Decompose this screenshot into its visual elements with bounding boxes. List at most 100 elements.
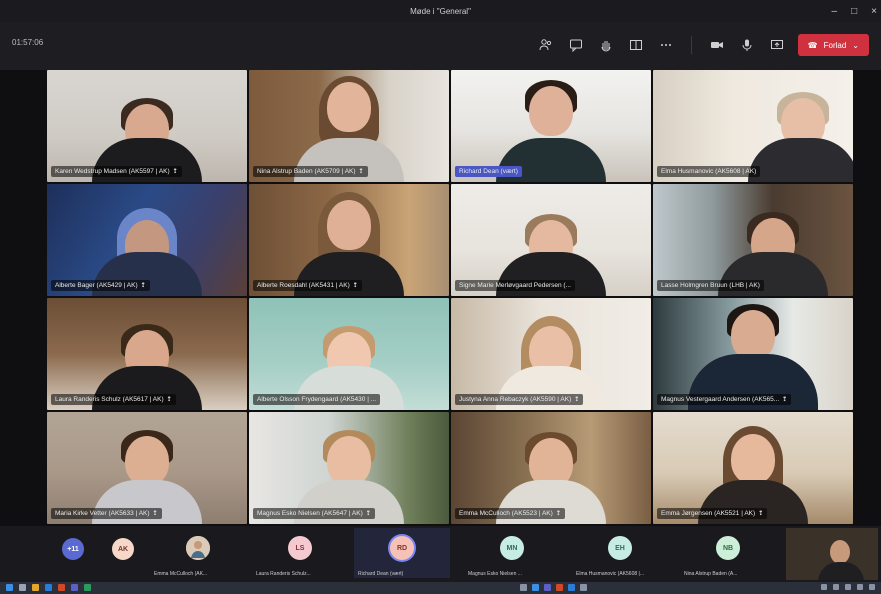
video-tile[interactable]: Nina Alstrup Baden (AK5709 | AK) ❢ xyxy=(249,70,449,182)
meeting-controls: ☎ Forlad ⌄ xyxy=(537,34,869,56)
participant-slot[interactable]: MN Magnus Esko Nielsen ... xyxy=(464,528,560,578)
app-icon[interactable] xyxy=(580,584,587,591)
chevron-down-icon: ⌄ xyxy=(852,40,859,50)
video-tile[interactable]: Emma McCulloch (AK5523 | AK) ❢ xyxy=(451,412,651,524)
participant-name: Nina Alstrup Baden (A... xyxy=(684,571,738,577)
tray-icon[interactable] xyxy=(869,584,875,590)
video-tile[interactable]: Richard Dean (vært) xyxy=(451,70,651,182)
participant-name-label: Richard Dean (vært) xyxy=(455,166,522,177)
app-icon[interactable] xyxy=(532,584,539,591)
self-view-video[interactable] xyxy=(786,528,878,580)
participant-name-label: Emma Jørgensen (AK5521 | AK) ❢ xyxy=(657,508,768,519)
participant-name-label: Emma McCulloch (AK5523 | AK) ❢ xyxy=(455,508,565,519)
mic-off-icon: ❢ xyxy=(172,169,178,175)
app-icon[interactable] xyxy=(58,584,65,591)
os-taskbar xyxy=(0,582,881,594)
mic-off-icon: ❢ xyxy=(555,511,561,517)
avatar: NB xyxy=(716,536,740,560)
meeting-toolbar: 01:57:06 ☎ Forlad ⌄ xyxy=(0,22,881,70)
minimize-icon[interactable]: – xyxy=(832,6,838,17)
video-grid: Karen Wedstrup Madsen (AK5597 | AK) ❢ Nin… xyxy=(47,70,855,526)
video-tile[interactable]: Lasse Holmgren Bruun (LHB | AK) xyxy=(653,184,853,296)
leave-button[interactable]: ☎ Forlad ⌄ xyxy=(797,34,869,56)
video-tile[interactable]: Magnus Esko Nielsen (AK5647 | AK) ❢ xyxy=(249,412,449,524)
window-controls: – □ × xyxy=(832,0,877,22)
mic-off-icon: ❢ xyxy=(152,511,158,517)
mic-off-icon: ❢ xyxy=(758,511,764,517)
microphone-icon[interactable] xyxy=(738,36,756,54)
taskbar-pinned-icons xyxy=(6,584,91,591)
avatar: LS xyxy=(288,536,312,560)
video-tile[interactable]: Maria Kirke Vetter (AK5633 | AK) ❢ xyxy=(47,412,247,524)
participant-name: Emma McCulloch (AK... xyxy=(154,571,208,577)
participant-name-label: Signe Marie Merløvgaard Pedersen (... xyxy=(455,280,575,291)
window-title: Møde i "General" xyxy=(410,6,471,16)
video-tile[interactable]: Signe Marie Merløvgaard Pedersen (... xyxy=(451,184,651,296)
avatar: EH xyxy=(608,536,632,560)
participant-name: Magnus Esko Nielsen ... xyxy=(468,571,522,577)
close-icon[interactable]: × xyxy=(871,6,877,17)
app-icon[interactable] xyxy=(568,584,575,591)
camera-icon[interactable] xyxy=(708,36,726,54)
app-icon[interactable] xyxy=(84,584,91,591)
tray-icon[interactable] xyxy=(833,584,839,590)
mic-off-icon: ❢ xyxy=(166,397,172,403)
participant-name: Laura Randeris Schulz... xyxy=(256,571,311,577)
maximize-icon[interactable]: □ xyxy=(851,6,857,17)
meeting-timer: 01:57:06 xyxy=(12,38,44,47)
avatar: RD xyxy=(390,536,414,560)
tray-icon[interactable] xyxy=(857,584,863,590)
raise-hand-icon[interactable] xyxy=(597,36,615,54)
system-tray xyxy=(821,584,875,590)
mic-off-icon: ❢ xyxy=(365,511,371,517)
participant-slot[interactable]: EH Elma Husmanovic (AK5608 |... xyxy=(572,528,668,578)
participant-name-label: Alberte Bager (AK5429 | AK) ❢ xyxy=(51,280,150,291)
tray-icon[interactable] xyxy=(821,584,827,590)
avatar[interactable]: AK xyxy=(112,538,134,560)
participant-name-label: Laura Randeris Schulz (AK5617 | AK) ❢ xyxy=(51,394,176,405)
more-participants-avatar[interactable]: +11 xyxy=(62,538,84,560)
participant-name: Richard Dean (vært) xyxy=(358,571,404,577)
participant-name-label: Justyna Anna Rebaczyk (AK5590 | AK) ❢ xyxy=(455,394,584,405)
phone-hangup-icon: ☎ xyxy=(807,40,818,50)
video-tile[interactable]: Emma Jørgensen (AK5521 | AK) ❢ xyxy=(653,412,853,524)
folder-icon[interactable] xyxy=(32,584,39,591)
video-tile[interactable]: Justyna Anna Rebaczyk (AK5590 | AK) ❢ xyxy=(451,298,651,410)
app-icon[interactable] xyxy=(544,584,551,591)
chat-icon[interactable] xyxy=(567,36,585,54)
video-tile[interactable]: Elma Husmanovic (AK5608 | AK) xyxy=(653,70,853,182)
more-actions-icon[interactable] xyxy=(657,36,675,54)
participant-name-label: Alberte Roesdahl (AK5431 | AK) ❢ xyxy=(253,280,362,291)
participant-slot[interactable]: RD Richard Dean (vært) xyxy=(354,528,450,578)
video-tile[interactable]: Alberte Bager (AK5429 | AK) ❢ xyxy=(47,184,247,296)
mic-off-icon: ❢ xyxy=(352,283,358,289)
participant-name-label: Lasse Holmgren Bruun (LHB | AK) xyxy=(657,280,764,291)
window-titlebar: Møde i "General" – □ × xyxy=(0,0,881,22)
participant-name-label: Nina Alstrup Baden (AK5709 | AK) ❢ xyxy=(253,166,368,177)
participant-name-label: Karen Wedstrup Madsen (AK5597 | AK) ❢ xyxy=(51,166,182,177)
start-icon[interactable] xyxy=(6,584,13,591)
teams-icon[interactable] xyxy=(71,584,78,591)
video-tile[interactable]: Laura Randeris Schulz (AK5617 | AK) ❢ xyxy=(47,298,247,410)
app-icon[interactable] xyxy=(556,584,563,591)
participant-name-label: Maria Kirke Vetter (AK5633 | AK) ❢ xyxy=(51,508,162,519)
share-screen-icon[interactable] xyxy=(768,36,786,54)
participant-slot[interactable]: LS Laura Randeris Schulz... xyxy=(252,528,348,578)
video-tile[interactable]: Magnus Vestergaard Andersen (AK565... ❢ xyxy=(653,298,853,410)
participants-icon[interactable] xyxy=(537,36,555,54)
participant-name: Elma Husmanovic (AK5608 |... xyxy=(576,571,644,577)
participant-slot[interactable]: Emma McCulloch (AK... xyxy=(150,528,246,578)
participant-slot[interactable]: NB Nina Alstrup Baden (A... xyxy=(680,528,776,578)
app-icon[interactable] xyxy=(520,584,527,591)
mic-off-icon: ❢ xyxy=(140,283,146,289)
video-tile[interactable]: Alberte Olsson Frydengaard (AK5430 | ... xyxy=(249,298,449,410)
mic-off-icon: ❢ xyxy=(782,397,788,403)
participant-name-label: Magnus Esko Nielsen (AK5647 | AK) ❢ xyxy=(253,508,375,519)
video-tile[interactable]: Alberte Roesdahl (AK5431 | AK) ❢ xyxy=(249,184,449,296)
avatar: MN xyxy=(500,536,524,560)
browser-icon[interactable] xyxy=(45,584,52,591)
search-icon[interactable] xyxy=(19,584,26,591)
video-tile[interactable]: Karen Wedstrup Madsen (AK5597 | AK) ❢ xyxy=(47,70,247,182)
rooms-icon[interactable] xyxy=(627,36,645,54)
tray-icon[interactable] xyxy=(845,584,851,590)
